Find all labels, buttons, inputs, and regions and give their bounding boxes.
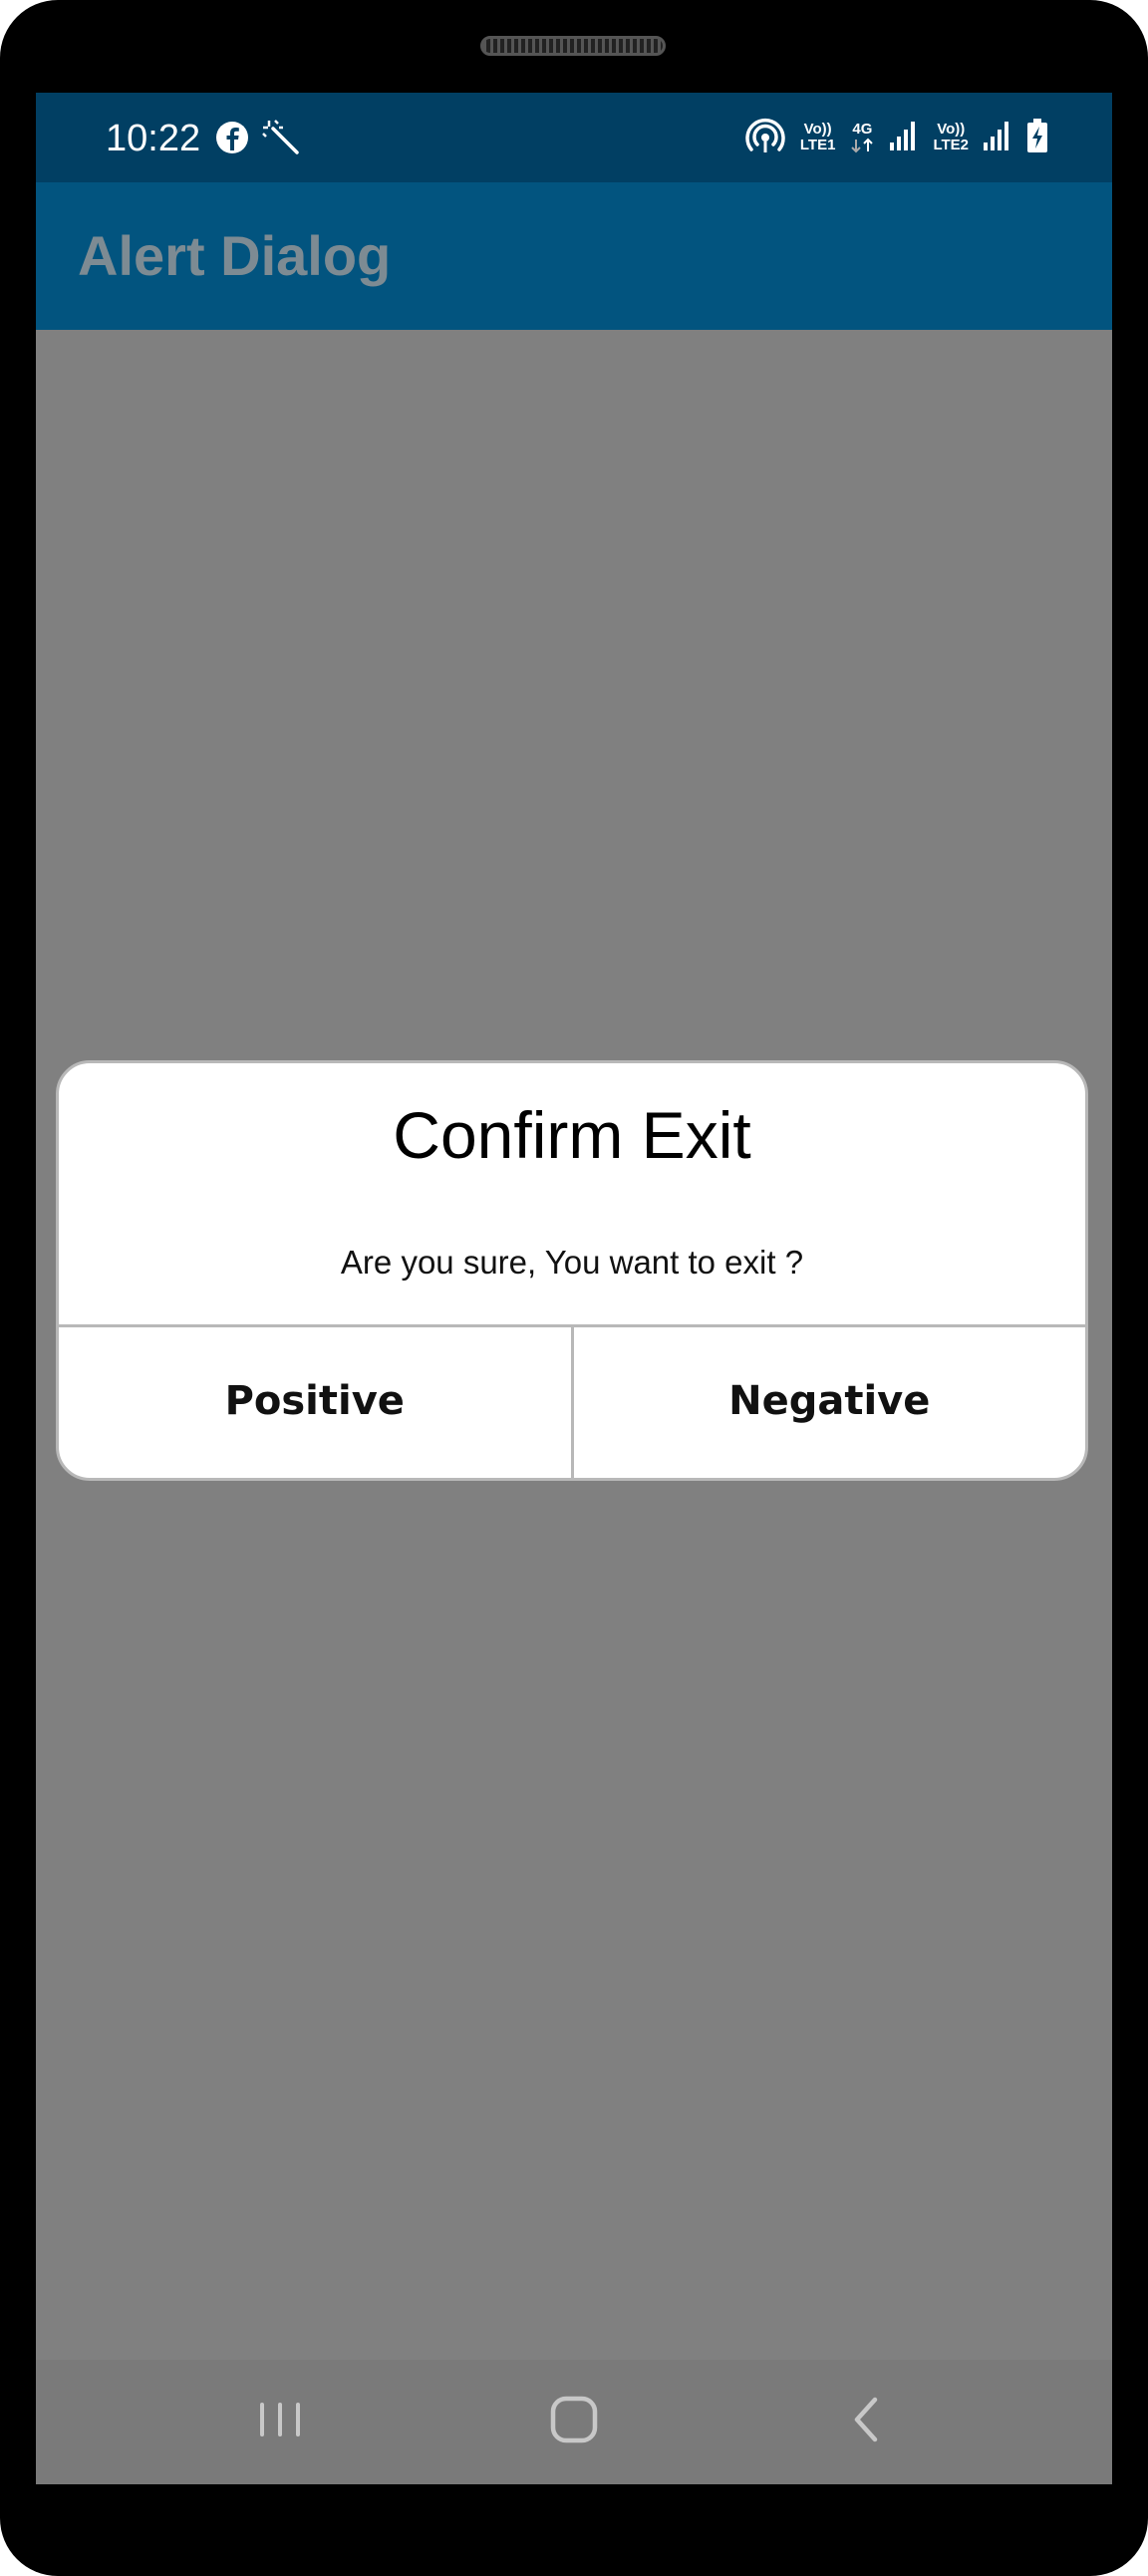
earpiece-speaker — [480, 36, 666, 56]
data-arrows-icon — [851, 138, 874, 153]
phone-frame: 10:22 Vo)) LTE1 4G Vo)) LTE2 Alert Dialo… — [0, 0, 1148, 2576]
signal-2-icon — [983, 119, 1012, 157]
facebook-icon — [215, 121, 249, 159]
signal-1-icon — [889, 119, 919, 157]
app-title: Alert Dialog — [78, 224, 392, 287]
home-icon[interactable] — [539, 2390, 609, 2449]
screen: 10:22 Vo)) LTE1 4G Vo)) LTE2 Alert Dialo… — [36, 93, 1112, 2484]
status-left-icons — [215, 119, 301, 161]
status-time: 10:22 — [106, 118, 201, 159]
dialog-button-row: Positive Negative — [59, 1327, 1086, 1478]
positive-button[interactable]: Positive — [59, 1327, 571, 1478]
lte2-bottom-label: LTE2 — [933, 137, 969, 153]
dialog-message: Are you sure, You want to exit ? — [340, 1244, 804, 1281]
volte-lte1-icon: Vo)) LTE1 — [800, 122, 836, 153]
app-bar: Alert Dialog — [36, 182, 1112, 330]
back-icon[interactable] — [833, 2390, 903, 2449]
lte2-top-label: Vo)) — [937, 121, 966, 138]
navigation-bar — [36, 2360, 1112, 2484]
battery-charging-icon — [1026, 118, 1048, 158]
volte-lte2-icon: Vo)) LTE2 — [933, 122, 969, 153]
magic-wand-icon — [261, 119, 301, 161]
hotspot-icon — [744, 117, 786, 159]
lte1-top-label: Vo)) — [803, 121, 832, 138]
negative-button[interactable]: Negative — [574, 1327, 1086, 1478]
confirm-exit-dialog: Confirm Exit Are you sure, You want to e… — [56, 1060, 1088, 1481]
status-bar: 10:22 Vo)) LTE1 4G Vo)) LTE2 — [36, 93, 1112, 182]
status-right-icons: Vo)) LTE1 4G Vo)) LTE2 — [744, 113, 1048, 162]
dialog-title: Confirm Exit — [393, 1098, 751, 1172]
recents-icon[interactable] — [245, 2390, 315, 2449]
lte1-bottom-label: LTE1 — [799, 137, 836, 153]
4g-data-icon: 4G — [849, 122, 875, 153]
data-type-label: 4G — [852, 121, 873, 138]
